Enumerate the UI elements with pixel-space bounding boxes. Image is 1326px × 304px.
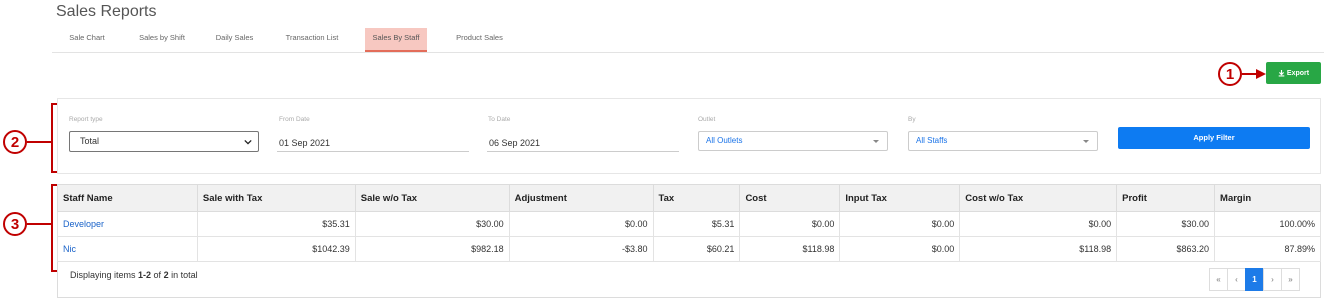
caret-down-icon [1083, 140, 1089, 143]
cell-margin: 100.00% [1214, 211, 1321, 237]
col-header-staff-name[interactable]: Staff Name [57, 184, 198, 212]
callout-3: 3 [3, 212, 27, 236]
prev-page-button[interactable]: ‹ [1227, 268, 1246, 291]
tab-transaction-list[interactable]: Transaction List [277, 28, 347, 52]
sales-by-staff-table: Staff Name Sale with Tax Sale w/o Tax Ad… [57, 184, 1321, 298]
staff-name-link[interactable]: Developer [57, 211, 198, 237]
col-header-cost[interactable]: Cost [739, 184, 841, 212]
apply-filter-button[interactable]: Apply Filter [1118, 127, 1310, 149]
col-header-sale-with-tax[interactable]: Sale with Tax [196, 184, 356, 212]
caret-down-icon [873, 140, 879, 143]
cell-cost-wo-tax: $118.98 [959, 236, 1118, 262]
report-type-label: Report type [69, 116, 103, 123]
tab-sale-chart[interactable]: Sale Chart [52, 28, 122, 52]
cell-tax: $5.31 [652, 211, 741, 237]
tab-product-sales[interactable]: Product Sales [447, 28, 512, 52]
col-header-profit[interactable]: Profit [1116, 184, 1216, 212]
callout-3-arrow [27, 223, 51, 225]
summary-suffix: in total [168, 270, 198, 280]
cell-input-tax: $0.00 [839, 236, 961, 262]
first-page-button[interactable]: « [1209, 268, 1228, 291]
tab-sales-by-shift[interactable]: Sales by Shift [127, 28, 197, 52]
cell-sale-wo-tax: $982.18 [354, 236, 510, 262]
outlet-select[interactable]: All Outlets [698, 131, 888, 151]
callout-1: 1 [1218, 62, 1242, 86]
callout-2: 2 [3, 130, 27, 154]
staff-name-link[interactable]: Nic [57, 236, 198, 262]
cell-cost: $118.98 [739, 236, 841, 262]
page-1-button[interactable]: 1 [1245, 268, 1264, 291]
report-type-select[interactable]: Total [69, 131, 259, 152]
export-button[interactable]: Export [1266, 62, 1321, 84]
by-label: By [908, 116, 916, 123]
col-header-adjustment[interactable]: Adjustment [508, 184, 654, 212]
download-icon [1278, 69, 1285, 77]
staff-select[interactable]: All Staffs [908, 131, 1098, 151]
last-page-button[interactable]: » [1281, 268, 1300, 291]
cell-margin: 87.89% [1214, 236, 1321, 262]
callout-3-number: 3 [10, 215, 20, 233]
callout-2-arrow [27, 141, 51, 143]
summary-range: 1-2 [138, 270, 152, 280]
cell-profit: $30.00 [1116, 211, 1216, 237]
cell-adjustment: $0.00 [508, 211, 654, 237]
chevron-down-icon [244, 139, 252, 145]
col-header-tax[interactable]: Tax [652, 184, 741, 212]
col-header-cost-wo-tax[interactable]: Cost w/o Tax [959, 184, 1118, 212]
cell-cost: $0.00 [739, 211, 841, 237]
export-label: Export [1286, 69, 1310, 77]
callout-arrowhead-icon [1256, 69, 1266, 79]
outlet-label: Outlet [698, 116, 716, 123]
outlet-value: All Outlets [706, 136, 743, 145]
callout-2-number: 2 [10, 133, 20, 151]
cell-adjustment: -$3.80 [508, 236, 654, 262]
summary-mid: of [151, 270, 164, 280]
col-header-sale-wo-tax[interactable]: Sale w/o Tax [354, 184, 510, 212]
pagination: « ‹ 1 › » [1209, 268, 1300, 291]
from-date-label: From Date [279, 116, 310, 123]
cell-cost-wo-tax: $0.00 [959, 211, 1118, 237]
to-date-label: To Date [488, 116, 511, 123]
callout-1-number: 1 [1225, 65, 1235, 83]
tab-sales-by-staff[interactable]: Sales By Staff [365, 28, 427, 52]
cell-sale-with-tax: $1042.39 [196, 236, 356, 262]
pagination-summary: Displaying items 1-2 of 2 in total [70, 270, 198, 280]
table-header-row: Staff Name Sale with Tax Sale w/o Tax Ad… [57, 184, 1321, 212]
cell-sale-wo-tax: $30.00 [354, 211, 510, 237]
staff-value: All Staffs [916, 136, 948, 145]
table-row: Developer $35.31 $30.00 $0.00 $5.31 $0.0… [57, 211, 1321, 237]
summary-prefix: Displaying items [70, 270, 139, 280]
filter-panel: Report type Total From Date 01 Sep 2021 … [57, 98, 1321, 174]
tab-daily-sales[interactable]: Daily Sales [202, 28, 267, 52]
page-title: Sales Reports [56, 3, 157, 20]
col-header-input-tax[interactable]: Input Tax [839, 184, 961, 212]
from-date-input[interactable]: 01 Sep 2021 [277, 134, 469, 152]
cell-sale-with-tax: $35.31 [196, 211, 356, 237]
col-header-margin[interactable]: Margin [1214, 184, 1321, 212]
cell-tax: $60.21 [652, 236, 741, 262]
table-row: Nic $1042.39 $982.18 -$3.80 $60.21 $118.… [57, 236, 1321, 262]
to-date-input[interactable]: 06 Sep 2021 [487, 134, 679, 152]
report-type-value: Total [80, 136, 100, 146]
cell-profit: $863.20 [1116, 236, 1216, 262]
report-tabs: Sale Chart Sales by Shift Daily Sales Tr… [52, 28, 1324, 53]
next-page-button[interactable]: › [1263, 268, 1282, 291]
cell-input-tax: $0.00 [839, 211, 961, 237]
